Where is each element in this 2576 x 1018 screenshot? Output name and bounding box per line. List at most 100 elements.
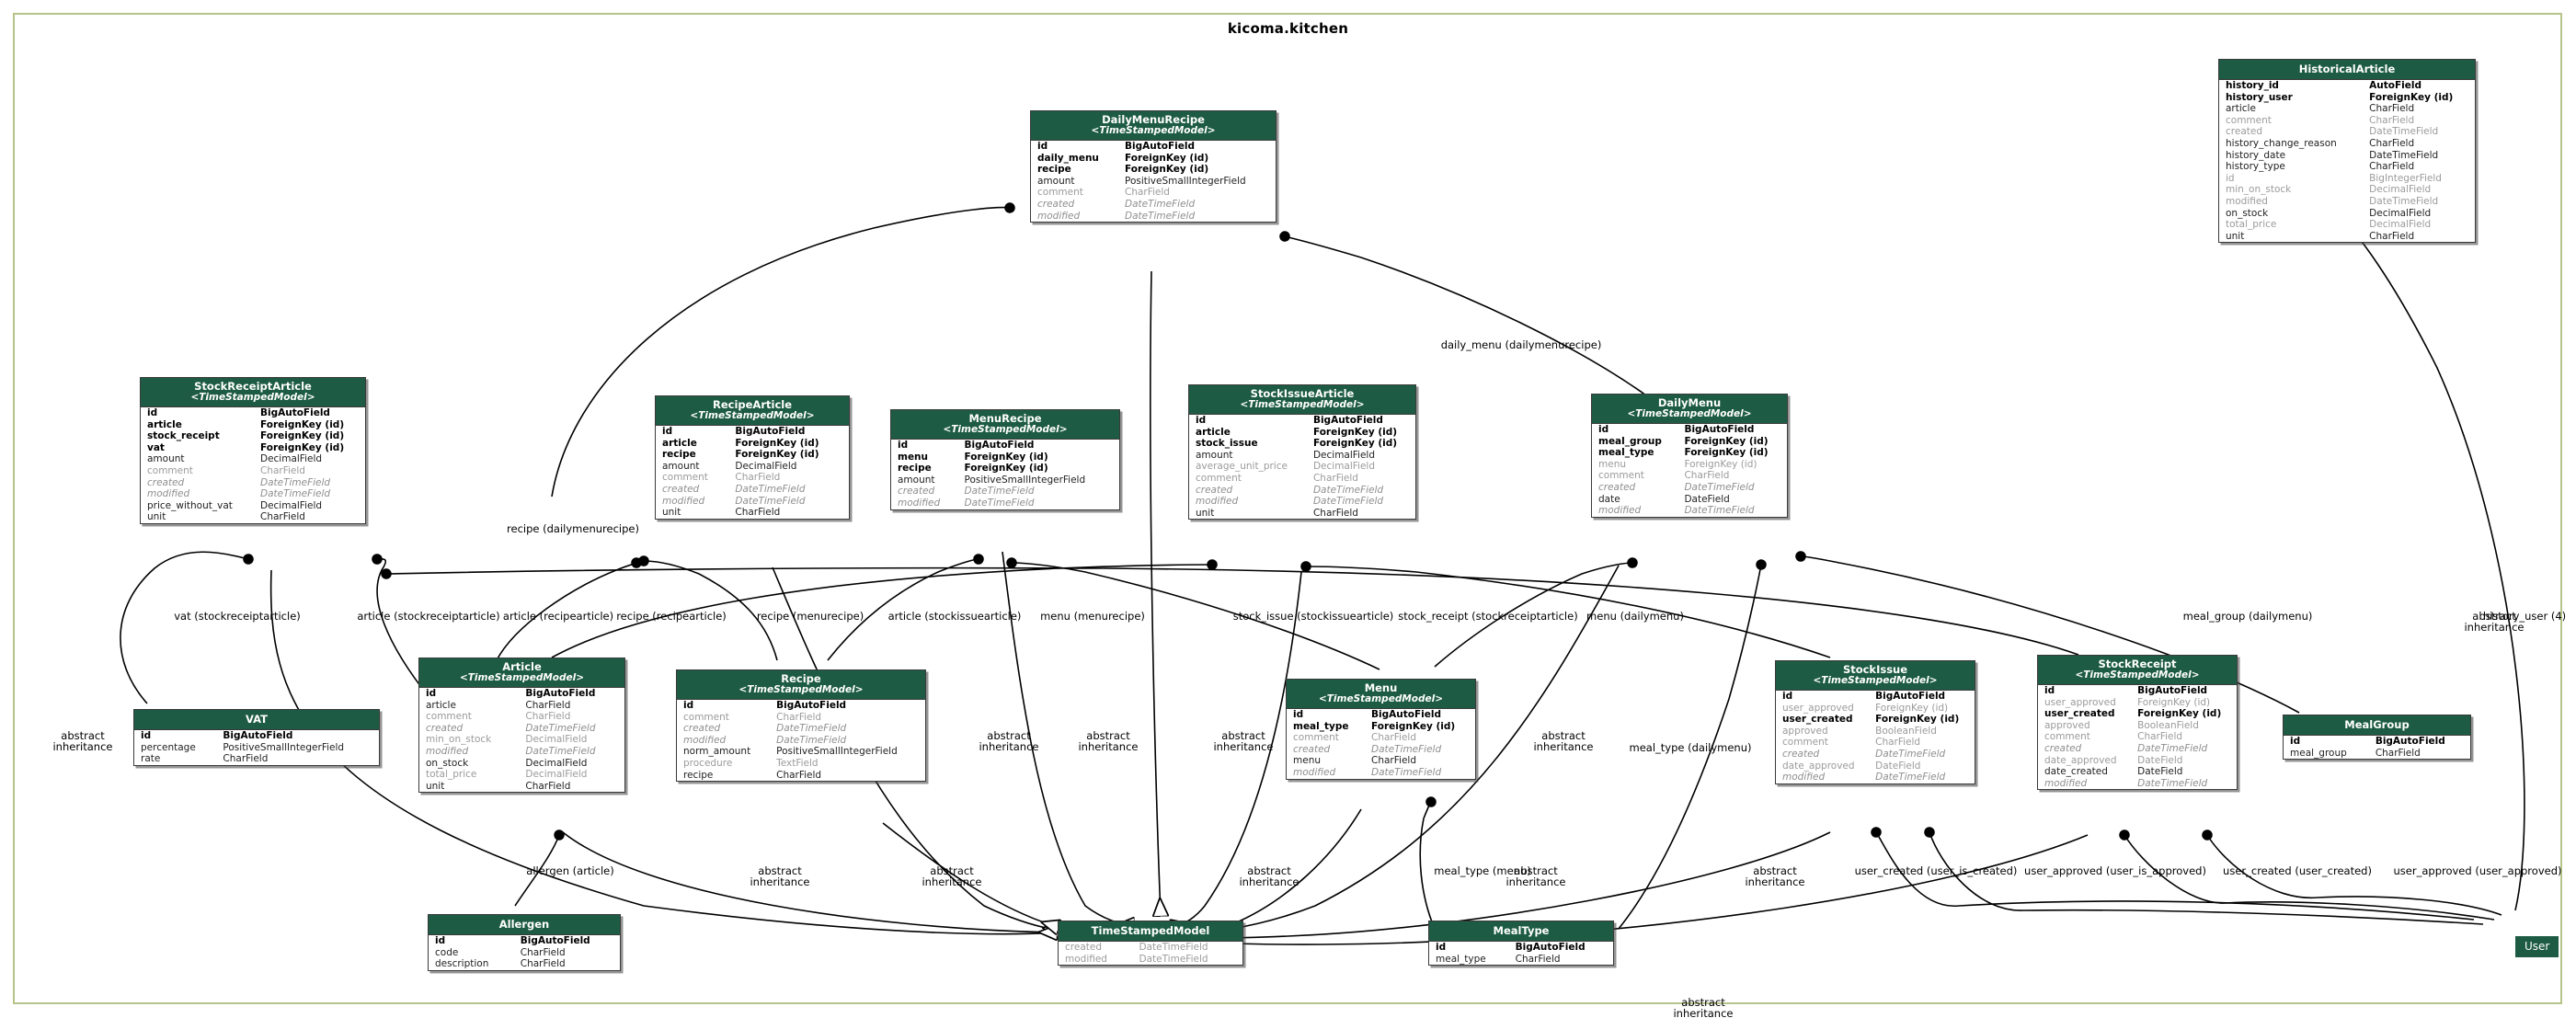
field-type: DateTimeField xyxy=(1684,505,1755,517)
field-name: date xyxy=(1598,493,1620,505)
model-article[interactable]: Article <TimeStampedModel> id BigAutoFiel… xyxy=(418,658,625,794)
field-type: BigIntegerField xyxy=(2369,172,2442,184)
field-type: CharField xyxy=(2369,230,2415,242)
field-name: meal_type xyxy=(1598,447,1654,459)
field-row: meal_type ForeignKey (id) xyxy=(1287,721,1475,733)
field-type: BigAutoField xyxy=(1875,691,1946,702)
field-row: user_approved ForeignKey (id) xyxy=(2038,697,2237,709)
field-type: CharField xyxy=(2369,137,2415,149)
field-name: procedure xyxy=(683,757,733,769)
field-name: modified xyxy=(1196,496,1239,508)
model-timestampedmodel[interactable]: TimeStampedModel created DateTimeField mod… xyxy=(1058,921,1243,967)
model-user[interactable]: User xyxy=(2515,936,2559,957)
model-menu[interactable]: Menu <TimeStampedModel> id BigAutoField me… xyxy=(1286,679,1476,780)
field-type: DecimalField xyxy=(735,460,797,472)
field-name: unit xyxy=(1196,507,1215,519)
field-row: unit CharField xyxy=(656,507,849,519)
field-name: created xyxy=(1065,942,1102,953)
model-recipearticle[interactable]: RecipeArticle <TimeStampedModel> id BigAu… xyxy=(655,395,850,520)
field-name: user_approved xyxy=(1782,702,1854,714)
edge-label-daily-menu-dailymenurecipe: daily_menu (dailymenurecipe) xyxy=(1440,338,1602,351)
field-type: ForeignKey (id) xyxy=(2137,708,2222,720)
edge-label-recipe-dailymenurecipe: recipe (dailymenurecipe) xyxy=(507,522,639,535)
edge-label-user-created-user-created: user_created (user_created) xyxy=(2223,864,2372,877)
edge-label-abstract-inheritance-5: abstract inheritance xyxy=(1533,729,1594,753)
field-row: history_type CharField xyxy=(2219,161,2475,173)
field-name: created xyxy=(2044,742,2082,754)
model-mealgroup[interactable]: MealGroup id BigAutoField meal_group CharFi… xyxy=(2283,715,2471,761)
model-historicalarticle[interactable]: HistoricalArticle history_id AutoField his… xyxy=(2218,59,2476,244)
field-name: created xyxy=(1598,481,1636,493)
field-type: DateTimeField xyxy=(1312,484,1384,496)
field-row: min_on_stock DecimalField xyxy=(2219,184,2475,196)
field-type: CharField xyxy=(259,464,305,476)
model-allergen[interactable]: Allergen id BigAutoField code CharField desc… xyxy=(428,914,621,971)
field-row: user_created ForeignKey (id) xyxy=(1776,714,1975,726)
field-row: amount PositiveSmallIntegerField xyxy=(891,475,1119,486)
field-name: recipe xyxy=(662,449,696,461)
field-row: comment CharField xyxy=(2038,731,2237,743)
field-row: comment CharField xyxy=(1031,187,1276,199)
field-row: created DateTimeField xyxy=(1592,482,1787,494)
field-type: BigAutoField xyxy=(223,730,293,741)
field-table: id BigAutoField meal_type ForeignKey (id) co… xyxy=(1287,709,1475,779)
field-row: modified DateTimeField xyxy=(141,488,365,500)
field-type: CharField xyxy=(259,511,305,523)
model-stockreceiptarticle[interactable]: StockReceiptArticle <TimeStampedModel> i… xyxy=(140,377,366,524)
model-stockissue[interactable]: StockIssue <TimeStampedModel> id BigAutoF… xyxy=(1775,660,1975,784)
field-type: DateTimeField xyxy=(1312,496,1384,508)
field-type: BigAutoField xyxy=(520,935,590,946)
field-table: id BigAutoField meal_group ForeignKey (id) m… xyxy=(1592,424,1787,517)
model-vat[interactable]: VAT id BigAutoField percentage PositiveSmal… xyxy=(133,709,380,766)
model-recipe[interactable]: Recipe <TimeStampedModel> id BigAutoField… xyxy=(676,669,926,783)
field-name: history_user xyxy=(2226,91,2293,103)
field-type: CharField xyxy=(735,472,781,484)
field-row: price_without_vat DecimalField xyxy=(141,500,365,512)
model-header: HistoricalArticle xyxy=(2219,60,2475,80)
field-type: BigAutoField xyxy=(1312,415,1383,426)
field-name: id xyxy=(1598,424,1609,435)
field-row: menu ForeignKey (id) xyxy=(1592,459,1787,471)
field-type: DateTimeField xyxy=(2137,742,2208,754)
field-table: id BigAutoField article CharField comment Cha… xyxy=(419,688,624,792)
field-row: article ForeignKey (id) xyxy=(141,419,365,431)
field-row: comment CharField xyxy=(1189,473,1415,485)
field-name: price_without_vat xyxy=(147,499,233,511)
field-type: DateTimeField xyxy=(259,476,331,488)
field-row: approved BooleanField xyxy=(1776,726,1975,738)
model-header: StockIssue <TimeStampedModel> xyxy=(1776,661,1975,691)
field-name: created xyxy=(2226,126,2262,138)
edge-label-meal-group-dailymenu: meal_group (dailymenu) xyxy=(2182,610,2313,623)
edge-label-article-stockreceiptarticle: article (stockreceiptarticle) xyxy=(357,610,500,623)
field-row: created DateTimeField xyxy=(419,723,624,735)
field-name: modified xyxy=(1037,210,1081,222)
field-row: amount PositiveSmallIntegerField xyxy=(1031,176,1276,188)
field-type: TextField xyxy=(776,757,819,769)
field-type: DecimalField xyxy=(2369,219,2432,231)
model-header: StockReceiptArticle <TimeStampedModel> xyxy=(141,378,365,407)
field-row: created DateTimeField xyxy=(141,477,365,489)
field-name: comment xyxy=(1293,732,1339,744)
model-stockreceipt[interactable]: StockReceipt <TimeStampedModel> id BigAut… xyxy=(2037,655,2238,791)
field-name: comment xyxy=(2226,114,2272,126)
field-name: modified xyxy=(2226,195,2268,207)
field-name: modified xyxy=(1065,953,1107,965)
field-row: average_unit_price DecimalField xyxy=(1189,461,1415,473)
model-dailymenurecipe[interactable]: DailyMenuRecipe <TimeStampedModel> id Big… xyxy=(1030,110,1277,223)
field-type: CharField xyxy=(525,711,571,723)
model-stockissuearticle[interactable]: StockIssueArticle <TimeStampedModel> id B… xyxy=(1188,384,1416,520)
field-row: comment CharField xyxy=(1287,732,1475,744)
model-dailymenu[interactable]: DailyMenu <TimeStampedModel> id BigAutoFi… xyxy=(1591,394,1788,518)
field-type: ForeignKey (id) xyxy=(1875,702,1949,714)
field-name: recipe xyxy=(1037,164,1071,176)
model-menurecipe[interactable]: MenuRecipe <TimeStampedModel> id BigAutoF… xyxy=(890,409,1120,510)
field-type: DateTimeField xyxy=(735,495,806,507)
model-mealtype[interactable]: MealType id BigAutoField meal_type CharFiel… xyxy=(1428,921,1614,967)
field-table: id BigAutoField comment CharField created Dat… xyxy=(677,700,925,781)
field-type: DateTimeField xyxy=(1125,198,1196,210)
field-type: DateTimeField xyxy=(1139,953,1208,965)
field-name: code xyxy=(435,946,459,958)
field-table: created DateTimeField modified DateTimeFiel… xyxy=(1059,942,1242,965)
field-type: DateTimeField xyxy=(964,497,1035,509)
field-type: DateField xyxy=(1684,493,1730,505)
